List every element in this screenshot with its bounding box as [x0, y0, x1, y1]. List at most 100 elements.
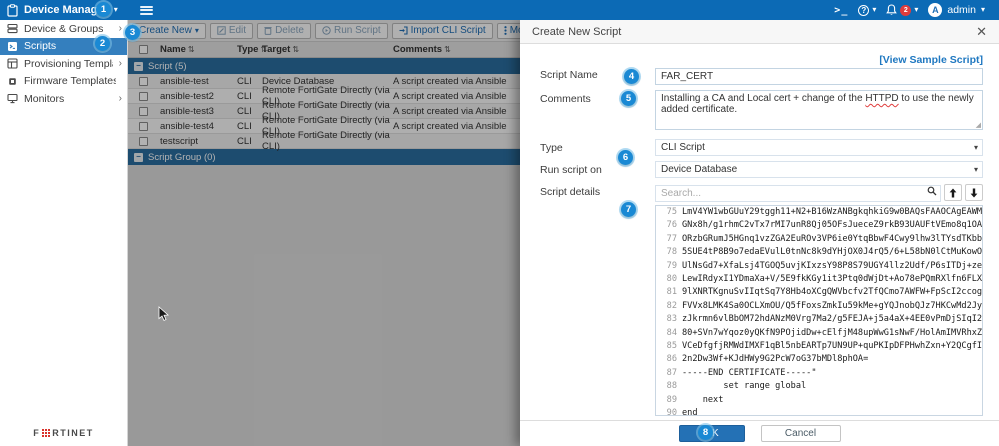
user-menu[interactable]: A admin ▾ — [928, 3, 985, 17]
line-number: 84 — [666, 327, 677, 338]
line-number: 89 — [666, 394, 677, 405]
code-line: 78 5SUE4tP8B9o7edaEVulL0tnNc8k9dYHjOX0J4… — [656, 246, 982, 259]
script-details-label: Script details — [540, 186, 601, 198]
step-badge-1: 1 — [96, 2, 111, 17]
sidebar-item-device-groups[interactable]: Device & Groups › — [0, 20, 127, 38]
line-text: ORzbGRumJ5HGnq1vzZGA2EuROv3VP6ie0YtqBbwF… — [682, 233, 983, 244]
code-line: 88 set range global — [656, 380, 982, 393]
line-number: 90 — [666, 408, 677, 416]
cli-console-icon[interactable]: >_ — [834, 5, 848, 16]
run-script-on-label: Run script on — [540, 164, 602, 176]
misspelled-word: HTTPD — [865, 93, 899, 104]
panel-body: [View Sample Script] Script Name Comment… — [520, 44, 999, 420]
chevron-right-icon: › — [118, 23, 122, 35]
step-badge-2: 2 — [95, 36, 110, 51]
sidebar-item-provisioning-templates[interactable]: Provisioning Templates › — [0, 55, 127, 73]
view-sample-script-link[interactable]: [View Sample Script] — [879, 54, 983, 66]
line-number: 77 — [666, 233, 677, 244]
notifications-menu[interactable]: 2 ▾ — [886, 4, 918, 16]
search-icon[interactable] — [927, 186, 937, 196]
sidebar-item-label: Device & Groups — [24, 22, 104, 35]
search-input[interactable] — [655, 185, 941, 202]
line-text: FVVx8LMK4Sa0OCLXmOU/Q5fFoxsZmkIu59kMe+gY… — [682, 300, 983, 311]
code-line: 87 -----END CERTIFICATE-----" — [656, 367, 982, 380]
chevron-down-icon: ▾ — [914, 5, 919, 14]
chevron-down-icon: ▾ — [973, 164, 978, 174]
devices-icon — [6, 23, 18, 35]
line-number: 86 — [666, 354, 677, 365]
script-code-editor[interactable]: 75 LmV4YW1wbGUuY29tggh11+N2+B16WzANBgkqh… — [655, 205, 983, 416]
help-menu[interactable]: ? ▾ — [858, 4, 876, 16]
step-badge-5: 5 — [621, 91, 636, 106]
line-text: LmV4YW1wbGUuY29tggh11+N2+B16WzANBgkqhkiG… — [682, 207, 983, 217]
line-text: 80+SVn7wYqoz0yQKfN9POjidDw+cElfjM48upWwG… — [682, 327, 983, 338]
fortinet-logo: F RTINET — [33, 428, 94, 438]
template-icon — [6, 58, 18, 70]
chevron-down-icon: ▾ — [973, 142, 978, 152]
line-text: UlNsGd7+XfaLsj4TGOQ5uvjKIxzsY98P8S79UGY4… — [682, 260, 983, 271]
line-number: 79 — [666, 260, 677, 271]
chevron-right-icon: › — [118, 58, 122, 70]
line-number: 85 — [666, 341, 677, 352]
comments-textarea[interactable]: Installing a CA and Local cert + change … — [655, 90, 983, 130]
code-line: 76 GNx8h/g1rhmC2vTx7rMI7unR8Qj05OFsJuece… — [656, 219, 982, 232]
sidebar-item-label: Firmware Templates — [24, 75, 116, 88]
line-text: 2n2Dw3Wf+KJdHWy9G2PcW7oG37bMDl8phOA= — [682, 354, 869, 365]
line-text: next — [682, 394, 724, 405]
code-line: 84 80+SVn7wYqoz0yQKfN9POjidDw+cElfjM48up… — [656, 327, 982, 340]
monitor-icon — [6, 93, 18, 105]
close-icon[interactable]: ✕ — [976, 25, 987, 38]
comments-label: Comments — [540, 93, 591, 105]
panel-title: Create New Script — [532, 25, 622, 38]
line-text: 9lXNRTKgnuSvIIqtSq7Y8Hb4oXCgQWVbcfv2TfQC… — [682, 287, 983, 298]
code-line: 82 FVVx8LMK4Sa0OCLXmOU/Q5fFoxsZmkIu59kMe… — [656, 300, 982, 313]
step-badge-8: 8 — [698, 425, 713, 440]
line-text: zJkrmn6vlBbOM72hdANzM0Vrg7Ma2/g5FEJA+j5a… — [682, 314, 983, 325]
line-text: LewIRdyxI1YDmaXa+V/5E9fkKGy1it3Ptq0dWjDt… — [682, 274, 983, 285]
line-text: set range global — [682, 381, 807, 392]
line-number: 87 — [666, 367, 677, 378]
line-text: 5SUE4tP8B9o7edaEVulL0tnNc8k9dYHjOX0J4rQ5… — [682, 247, 983, 258]
cancel-button[interactable]: Cancel — [760, 425, 841, 442]
panel-header: Create New Script ✕ — [520, 20, 999, 44]
type-select[interactable]: CLI Script ▾ — [655, 139, 983, 156]
avatar: A — [928, 3, 943, 17]
chevron-down-icon: ▾ — [113, 5, 118, 14]
chevron-right-icon: › — [118, 93, 122, 105]
line-text: -----END CERTIFICATE-----" — [682, 367, 817, 378]
app-window: Device Manager ▾ >_ ? ▾ 2 ▾ A admin ▾ De… — [0, 0, 999, 446]
line-text: VCeDfgfjRMWdIMXF1qBl5nbEARTp7UN9UP+quPKI… — [682, 341, 983, 352]
resize-handle[interactable]: ◢ — [976, 121, 981, 129]
sidebar-item-firmware-templates[interactable]: Firmware Templates — [0, 73, 127, 91]
line-number: 75 — [666, 207, 677, 217]
step-badge-7: 7 — [621, 202, 636, 217]
run-script-on-select[interactable]: Device Database ▾ — [655, 161, 983, 178]
user-name: admin — [947, 4, 976, 16]
step-badge-3: 3 — [125, 25, 140, 40]
bell-icon — [886, 4, 898, 16]
line-text: end — [682, 408, 698, 416]
help-icon: ? — [858, 4, 870, 16]
line-number: 81 — [666, 287, 677, 298]
step-badge-6: 6 — [618, 150, 633, 165]
code-line: 85 VCeDfgfjRMWdIMXF1qBl5nbEARTp7UN9UP+qu… — [656, 340, 982, 353]
panel-footer: OK Cancel — [520, 420, 999, 446]
code-line: 77 ORzbGRumJ5HGnq1vzZGA2EuROv3VP6ie0YtqB… — [656, 233, 982, 246]
step-badge-4: 4 — [624, 69, 639, 84]
chevron-down-icon: ▾ — [980, 5, 985, 14]
line-number: 80 — [666, 274, 677, 285]
code-line: 83 zJkrmn6vlBbOM72hdANzM0Vrg7Ma2/g5FEJA+… — [656, 313, 982, 326]
find-previous-button[interactable] — [944, 184, 962, 201]
code-line: 89 next — [656, 394, 982, 407]
code-line: 80 LewIRdyxI1YDmaXa+V/5E9fkKGy1it3Ptq0dW… — [656, 273, 982, 286]
line-text: GNx8h/g1rhmC2vTx7rMI7unR8Qj05OFsJueceZ9r… — [682, 220, 983, 231]
code-line: 75 LmV4YW1wbGUuY29tggh11+N2+B16WzANBgkqh… — [656, 206, 982, 219]
script-name-input[interactable] — [655, 68, 983, 85]
script-icon — [6, 40, 18, 52]
top-bar: Device Manager ▾ >_ ? ▾ 2 ▾ A admin ▾ — [0, 0, 999, 20]
chip-icon — [6, 75, 18, 87]
menu-icon[interactable] — [140, 5, 153, 15]
sidebar-item-monitors[interactable]: Monitors › — [0, 90, 127, 108]
find-next-button[interactable] — [965, 184, 983, 201]
sidebar-item-label: Provisioning Templates — [24, 57, 113, 70]
